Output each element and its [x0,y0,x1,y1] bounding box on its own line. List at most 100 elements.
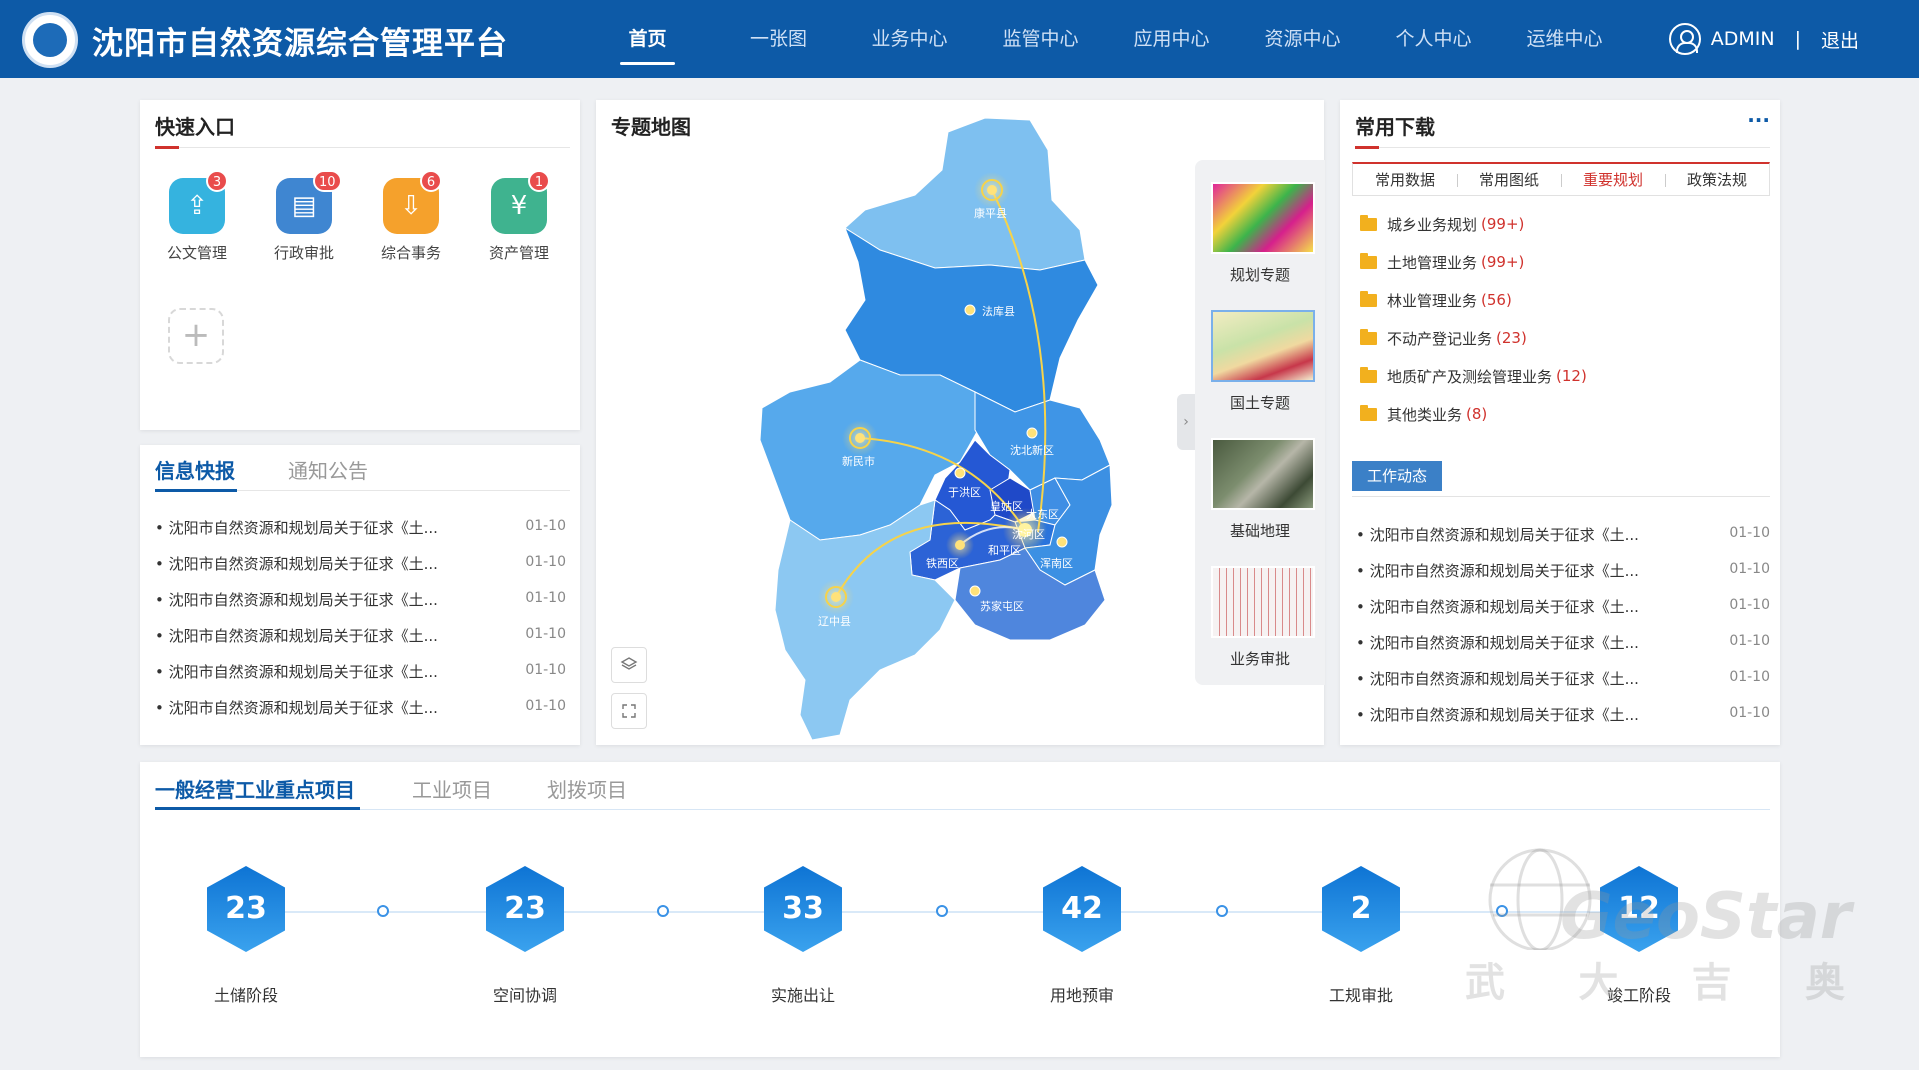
connector-dot [1216,905,1228,917]
nav-business-center[interactable]: 业务中心 [844,0,975,78]
news-title: • 沈阳市自然资源和规划局关于征求《土... [1356,598,1639,616]
thumb-planning[interactable] [1211,182,1315,254]
quick-entry-general-affairs[interactable]: ⇩ 6 综合事务 [366,170,456,263]
tab-policies[interactable]: 政策法规 [1665,164,1769,195]
tab-allocation-projects[interactable]: 划拨项目 [547,774,627,803]
thumb-base-geo[interactable] [1211,438,1315,510]
stage-count: 42 [1043,866,1121,952]
news-item[interactable]: • 沈阳市自然资源和规划局关于征求《土... 01-10 [155,625,566,649]
badge-count: 6 [420,170,442,192]
folder-item[interactable]: 其他类业务 (8) [1360,402,1487,426]
folder-item[interactable]: 不动产登记业务 (23) [1360,326,1527,350]
quick-entry-asset-mgmt[interactable]: ¥ 1 资产管理 [474,170,564,263]
thumb-label: 业务审批 [1229,650,1290,668]
badge-count: 1 [528,170,550,192]
folder-item[interactable]: 城乡业务规划 (99+) [1360,212,1524,236]
tab-news-flash[interactable]: 信息快报 [155,455,235,484]
tab-common-data[interactable]: 常用数据 [1353,164,1457,195]
stage-land-preaudit[interactable]: 42 [1043,866,1123,952]
folder-item[interactable]: 地质矿产及测绘管理业务 (12) [1360,364,1587,388]
work-news-item[interactable]: • 沈阳市自然资源和规划局关于征求《土... 01-10 [1356,560,1770,584]
tab-common-drawings[interactable]: 常用图纸 [1457,164,1561,195]
folder-item[interactable]: 林业管理业务 (56) [1360,288,1512,312]
quick-entry-admin-approval[interactable]: ▤ 10 行政审批 [259,170,349,263]
nav-home[interactable]: 首页 [582,0,713,78]
fullscreen-button[interactable] [611,693,647,729]
news-date: 01-10 [1729,633,1770,649]
thumb-label: 基础地理 [1229,522,1290,540]
news-item[interactable]: • 沈阳市自然资源和规划局关于征求《土... 01-10 [155,697,566,721]
stage-land-reserve[interactable]: 23 [207,866,287,952]
tab-key-industrial-projects[interactable]: 一般经营工业重点项目 [155,774,355,803]
divider [155,809,1770,810]
active-tab-indicator [155,807,360,810]
stage-count: 12 [1600,866,1678,952]
thumb-approval[interactable] [1211,566,1315,638]
work-news-item[interactable]: • 沈阳市自然资源和规划局关于征求《土... 01-10 [1356,632,1770,656]
folder-icon [1360,366,1377,383]
stage-label: 竣工阶段 [1606,986,1671,1005]
folder-count: (99+) [1481,253,1525,271]
layers-button[interactable] [611,647,647,683]
badge-count: 10 [313,170,342,192]
divider [1352,496,1770,497]
nav-personal-center[interactable]: 个人中心 [1368,0,1499,78]
nav-application-center[interactable]: 应用中心 [1106,0,1237,78]
stage-count: 23 [486,866,564,952]
quick-entry-label: 公文管理 [166,244,227,262]
stage-completion[interactable]: 12 [1600,866,1680,952]
news-date: 01-10 [525,662,566,678]
quick-entry-doc-mgmt[interactable]: ⇪ 3 公文管理 [152,170,242,263]
downloads-title: 常用下载 [1355,115,1435,139]
work-news-item[interactable]: • 沈阳市自然资源和规划局关于征求《土... 01-10 [1356,524,1770,548]
work-news-item[interactable]: • 沈阳市自然资源和规划局关于征求《土... 01-10 [1356,596,1770,620]
news-title: • 沈阳市自然资源和规划局关于征求《土... [155,519,438,537]
connector-dot [657,905,669,917]
add-shortcut-button[interactable]: + [168,308,224,364]
folder-name: 林业管理业务 [1387,291,1478,310]
stage-spatial-coord[interactable]: 23 [486,866,566,952]
connector-dot [1496,905,1508,917]
nav-supervision-center[interactable]: 监管中心 [975,0,1106,78]
work-news-label: 工作动态 [1352,461,1442,491]
folder-item[interactable]: 土地管理业务 (99+) [1360,250,1524,274]
news-title: • 沈阳市自然资源和规划局关于征求《土... [155,591,438,609]
news-date: 01-10 [1729,597,1770,613]
news-item[interactable]: • 沈阳市自然资源和规划局关于征求《土... 01-10 [155,517,566,541]
quick-entry-title: 快速入口 [155,115,235,139]
stage-label: 空间协调 [492,986,557,1005]
nav-one-map[interactable]: 一张图 [713,0,844,78]
thumb-land[interactable] [1211,310,1315,382]
nav-ops-center[interactable]: 运维中心 [1499,0,1630,78]
user-area: ADMIN | 退出 [1668,0,1859,78]
more-button[interactable]: ··· [1747,108,1770,132]
folder-name: 土地管理业务 [1387,253,1478,272]
tab-industrial-projects[interactable]: 工业项目 [412,774,492,803]
stage-planning-approval[interactable]: 2 [1322,866,1402,952]
folder-icon [1360,290,1377,307]
news-item[interactable]: • 沈阳市自然资源和规划局关于征求《土... 01-10 [155,589,566,613]
top-header: 沈阳市自然资源综合管理平台 首页 一张图 业务中心 监管中心 应用中心 资源中心… [0,0,1919,78]
tab-key-plans[interactable]: 重要规划 [1561,164,1665,195]
tab-notices[interactable]: 通知公告 [288,455,368,484]
news-title: • 沈阳市自然资源和规划局关于征求《土... [1356,562,1639,580]
nav-resource-center[interactable]: 资源中心 [1237,0,1368,78]
news-title: • 沈阳市自然资源和规划局关于征求《土... [155,555,438,573]
app-title: 沈阳市自然资源综合管理平台 [92,26,508,62]
stage-transfer[interactable]: 33 [764,866,844,952]
city-logo [22,12,78,68]
divider [1355,147,1770,148]
work-news-item[interactable]: • 沈阳市自然资源和规划局关于征求《土... 01-10 [1356,668,1770,692]
news-item[interactable]: • 沈阳市自然资源和规划局关于征求《土... 01-10 [155,553,566,577]
username[interactable]: ADMIN [1711,28,1775,50]
stage-label: 用地预审 [1049,986,1114,1005]
logout-link[interactable]: 退出 [1821,26,1859,53]
news-title: • 沈阳市自然资源和规划局关于征求《土... [1356,526,1639,544]
news-date: 01-10 [525,554,566,570]
news-item[interactable]: • 沈阳市自然资源和规划局关于征求《土... 01-10 [155,661,566,685]
folder-icon [1360,328,1377,345]
work-news-item[interactable]: • 沈阳市自然资源和规划局关于征求《土... 01-10 [1356,704,1770,728]
user-avatar-icon[interactable] [1668,23,1701,55]
thumb-label: 国土专题 [1229,394,1290,412]
collapse-layers-button[interactable]: › [1177,394,1195,450]
